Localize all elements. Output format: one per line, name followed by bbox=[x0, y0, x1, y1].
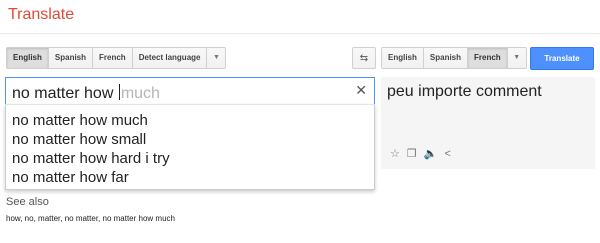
target-lang-english[interactable]: English bbox=[382, 48, 424, 68]
copy-icon[interactable]: ❐ bbox=[407, 147, 417, 160]
suggestion-item[interactable]: no matter how hard i try bbox=[6, 149, 374, 168]
swap-languages-button[interactable]: ⇆ bbox=[352, 47, 376, 69]
clear-input-close-icon[interactable]: ✕ bbox=[355, 82, 367, 99]
target-lang-dropdown-chevron-down-icon[interactable]: ▼ bbox=[507, 48, 526, 68]
source-text: no matter how much bbox=[12, 84, 160, 103]
translation-text: peu importe comment bbox=[387, 83, 542, 100]
source-lang-french[interactable]: French bbox=[93, 48, 133, 68]
target-lang-french[interactable]: French bbox=[468, 48, 508, 68]
source-lang-dropdown-chevron-down-icon[interactable]: ▼ bbox=[207, 48, 226, 68]
translation-output-panel: peu importe comment ☆ ❐ 🔈 < bbox=[381, 77, 595, 169]
target-language-bar: English Spanish French ▼ bbox=[381, 47, 527, 69]
see-also-list: how, no, matter, no matter, no matter ho… bbox=[6, 214, 175, 223]
source-language-bar: English Spanish French Detect language ▼ bbox=[6, 47, 227, 69]
header-divider bbox=[0, 33, 600, 34]
suggestion-item[interactable]: no matter how small bbox=[6, 130, 374, 149]
text-caret bbox=[118, 84, 120, 100]
share-icon[interactable]: < bbox=[444, 148, 450, 160]
source-lang-spanish[interactable]: Spanish bbox=[48, 48, 94, 68]
source-lang-detect[interactable]: Detect language bbox=[132, 48, 208, 68]
suggestion-item[interactable]: no matter how far bbox=[6, 168, 374, 187]
swap-arrows-icon: ⇆ bbox=[359, 52, 369, 64]
speaker-icon[interactable]: 🔈 bbox=[424, 147, 438, 160]
source-lang-english[interactable]: English bbox=[7, 48, 49, 68]
app-title: Translate bbox=[8, 6, 75, 23]
suggestion-item[interactable]: no matter how much bbox=[6, 111, 374, 130]
source-typed-text: no matter how bbox=[12, 85, 118, 102]
autocomplete-ghost-text: much bbox=[120, 85, 160, 102]
translate-button[interactable]: Translate bbox=[530, 47, 594, 70]
target-lang-spanish[interactable]: Spanish bbox=[423, 48, 469, 68]
output-toolbar: ☆ ❐ 🔈 < bbox=[390, 147, 451, 161]
autocomplete-dropdown: no matter how much no matter how small n… bbox=[5, 104, 375, 190]
see-also-heading: See also bbox=[6, 196, 49, 208]
star-icon[interactable]: ☆ bbox=[390, 147, 400, 160]
